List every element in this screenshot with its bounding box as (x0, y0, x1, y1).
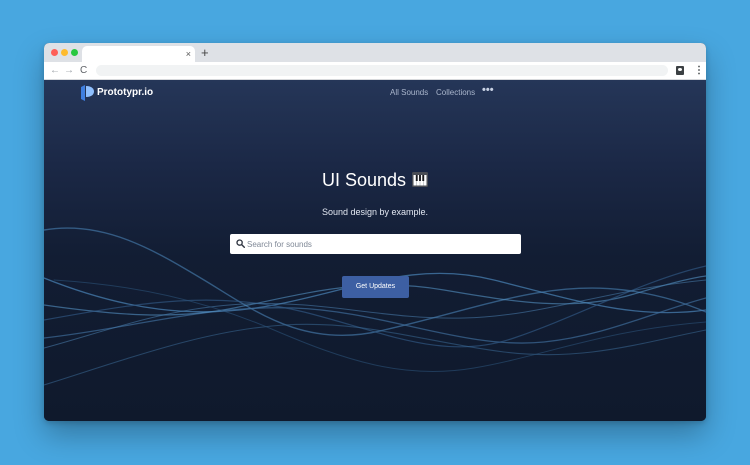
piano-icon (412, 172, 429, 187)
forward-arrow-icon[interactable]: → (64, 62, 74, 79)
tab-close-icon[interactable]: × (186, 48, 191, 60)
browser-tab-strip: × + (44, 43, 706, 62)
back-arrow-icon[interactable]: ← (50, 62, 60, 79)
window-zoom-dot[interactable] (71, 49, 78, 56)
page-title: UI Sounds (44, 169, 706, 191)
browser-toolbar: ← → C ⋮ (44, 62, 706, 80)
browser-window: × + ← → C ⋮ Prototypr.io All Sounds Coll… (44, 43, 706, 421)
account-icon[interactable] (676, 66, 684, 75)
nav-collections[interactable]: Collections (436, 88, 475, 98)
prototypr-logo-icon[interactable] (80, 85, 94, 101)
browser-tab[interactable]: × (82, 46, 195, 62)
menu-kebab-icon[interactable]: ⋮ (694, 62, 704, 79)
search-box[interactable] (230, 234, 521, 254)
page-subtitle: Sound design by example. (321, 207, 429, 217)
search-input[interactable] (247, 234, 515, 254)
nav-all-sounds[interactable]: All Sounds (390, 88, 428, 98)
search-icon (236, 239, 245, 248)
get-updates-button[interactable]: Get Updates (342, 276, 409, 298)
window-close-dot[interactable] (51, 49, 58, 56)
new-tab-icon[interactable]: + (201, 45, 209, 60)
reload-icon[interactable]: C (80, 62, 87, 79)
brand-name[interactable]: Prototypr.io (97, 87, 153, 99)
page-title-text: UI Sounds (321, 170, 407, 190)
page-content: Prototypr.io All Sounds Collections ••• … (44, 80, 706, 421)
window-minimize-dot[interactable] (61, 49, 68, 56)
address-bar[interactable] (96, 65, 668, 76)
nav-more-icon[interactable]: ••• (482, 83, 494, 97)
